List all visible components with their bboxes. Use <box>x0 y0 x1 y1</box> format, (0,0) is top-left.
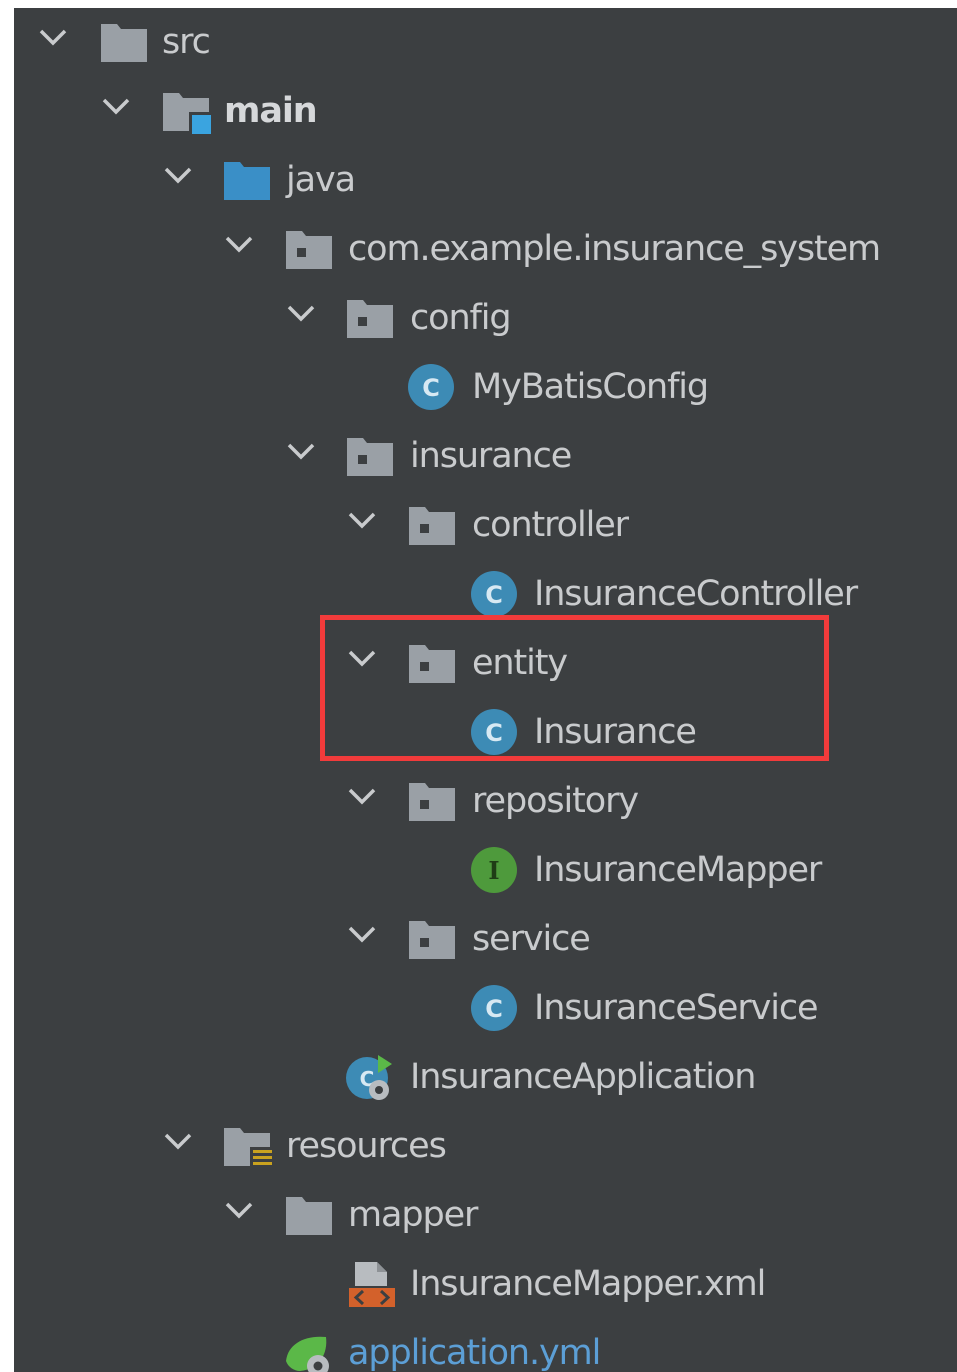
chevron-down-icon[interactable] <box>345 917 379 951</box>
tree-node-insurance-class[interactable]: C Insurance <box>14 698 957 767</box>
tree-node-main[interactable]: main <box>14 77 957 146</box>
class-icon: C <box>408 364 454 410</box>
spring-yaml-file-icon <box>286 1336 329 1372</box>
tree-node-label: src <box>162 22 211 62</box>
chevron-down-icon[interactable] <box>345 503 379 537</box>
tree-node-resources[interactable]: resources <box>14 1112 957 1181</box>
tree-node-label: entity <box>472 643 568 683</box>
tree-node-repository[interactable]: repository <box>14 767 957 836</box>
chevron-down-icon[interactable] <box>284 434 318 468</box>
chevron-down-icon[interactable] <box>345 641 379 675</box>
package-icon <box>409 645 455 683</box>
tree-node-label: insurance <box>410 436 572 476</box>
xml-file-icon <box>349 1262 395 1307</box>
tree-node-label: Insurance <box>534 712 697 752</box>
tree-node-label: com.example.insurance_system <box>348 229 881 269</box>
folder-icon <box>101 24 147 62</box>
tree-node-src[interactable]: src <box>14 8 957 77</box>
package-icon <box>409 507 455 545</box>
tree-node-label: InsuranceService <box>534 988 819 1028</box>
source-root-folder-icon <box>163 93 211 134</box>
tree-node-java[interactable]: java <box>14 146 957 215</box>
tree-node-label: repository <box>472 781 639 821</box>
tree-node-service[interactable]: service <box>14 905 957 974</box>
chevron-down-icon[interactable] <box>36 20 70 54</box>
tree-node-label: controller <box>472 505 629 545</box>
resources-folder-icon <box>224 1128 272 1169</box>
class-icon: C <box>471 571 517 617</box>
tree-node-label: MyBatisConfig <box>472 367 709 407</box>
class-icon: C <box>471 985 517 1031</box>
tree-node-label: java <box>286 160 356 200</box>
tree-node-application-yml[interactable]: application.yml <box>14 1319 957 1372</box>
tree-node-insurance-application[interactable]: C InsuranceApplication <box>14 1043 957 1112</box>
interface-glyph: I <box>488 856 499 885</box>
class-glyph: C <box>422 374 440 402</box>
chevron-down-icon[interactable] <box>345 779 379 813</box>
tree-node-insurance[interactable]: insurance <box>14 422 957 491</box>
project-tree-panel: src main java com.example.insurance_syst… <box>14 8 957 1372</box>
chevron-down-icon[interactable] <box>222 227 256 261</box>
tree-node-insurance-service[interactable]: C InsuranceService <box>14 974 957 1043</box>
package-icon <box>409 783 455 821</box>
java-source-folder-icon <box>224 162 270 200</box>
tree-node-label: config <box>410 298 512 338</box>
tree-node-label: InsuranceMapper <box>534 850 822 890</box>
tree-node-mapper[interactable]: mapper <box>14 1181 957 1250</box>
class-glyph: C <box>485 719 503 747</box>
tree-node-label: InsuranceMapper.xml <box>410 1264 766 1304</box>
folder-icon <box>286 1197 332 1235</box>
package-icon <box>347 438 393 476</box>
chevron-down-icon[interactable] <box>284 296 318 330</box>
tree-node-label: application.yml <box>348 1333 601 1372</box>
chevron-down-icon[interactable] <box>161 158 195 192</box>
tree-node-label: InsuranceController <box>534 574 858 614</box>
tree-node-label: InsuranceApplication <box>410 1057 756 1097</box>
tree-node-label: mapper <box>348 1195 478 1235</box>
class-glyph: C <box>485 995 503 1023</box>
tree-node-package-root[interactable]: com.example.insurance_system <box>14 215 957 284</box>
package-icon <box>286 231 332 269</box>
tree-node-config[interactable]: config <box>14 284 957 353</box>
interface-icon: I <box>471 847 517 893</box>
tree-node-label: main <box>224 91 318 131</box>
package-icon <box>409 921 455 959</box>
tree-node-insurance-mapper-xml[interactable]: InsuranceMapper.xml <box>14 1250 957 1319</box>
chevron-down-icon[interactable] <box>99 89 133 123</box>
tree-node-mybatis-config[interactable]: C MyBatisConfig <box>14 353 957 422</box>
tree-node-insurance-controller[interactable]: C InsuranceController <box>14 560 957 629</box>
tree-node-label: service <box>472 919 591 959</box>
chevron-down-icon[interactable] <box>222 1193 256 1227</box>
chevron-down-icon[interactable] <box>161 1124 195 1158</box>
tree-node-entity[interactable]: entity <box>14 629 957 698</box>
tree-node-controller[interactable]: controller <box>14 491 957 560</box>
class-glyph: C <box>485 581 503 609</box>
tree-node-insurance-mapper[interactable]: I InsuranceMapper <box>14 836 957 905</box>
package-icon <box>347 300 393 338</box>
spring-boot-app-icon: C <box>346 1055 392 1100</box>
tree-node-label: resources <box>286 1126 447 1166</box>
class-icon: C <box>471 709 517 755</box>
